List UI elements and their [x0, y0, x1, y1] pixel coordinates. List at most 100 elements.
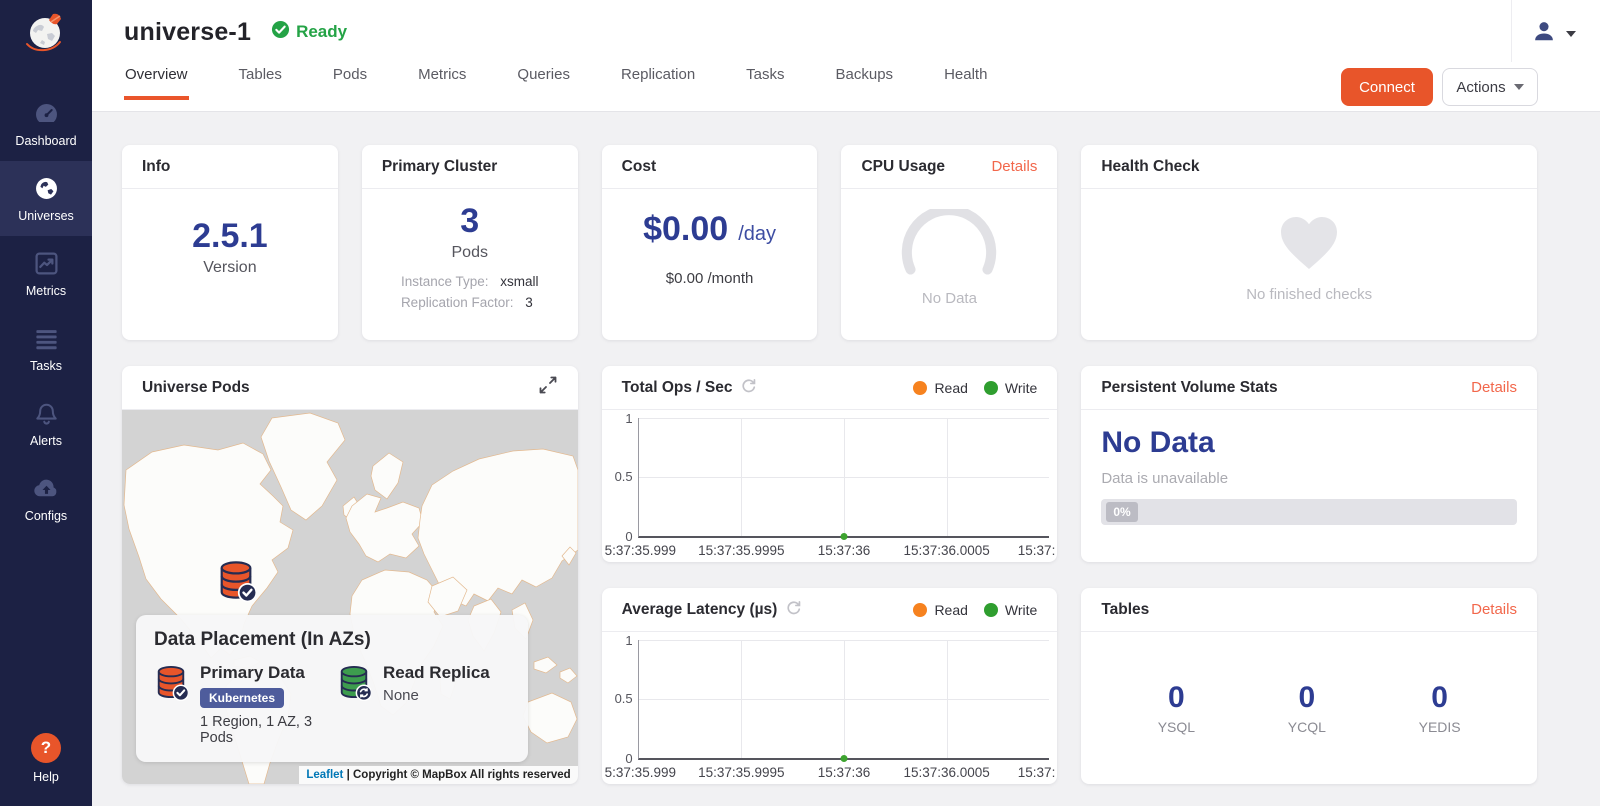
sidebar-item-universes[interactable]: Universes [0, 161, 92, 236]
kubernetes-badge: Kubernetes [200, 688, 284, 708]
card-title: Primary Cluster [382, 158, 497, 176]
sidebar-item-label: Tasks [30, 359, 62, 373]
tab-replication[interactable]: Replication [620, 58, 696, 100]
sidebar-item-label: Alerts [30, 434, 62, 448]
cpu-details-link[interactable]: Details [991, 158, 1037, 175]
sidebar-item-dashboard[interactable]: Dashboard [0, 86, 92, 161]
x-tick: 15:37:36.0005 [903, 765, 989, 780]
card-title: Universe Pods [142, 379, 250, 397]
copyright-text: | Copyright © MapBox All rights reserved [347, 769, 571, 781]
pvs-progress-bar: 0% [1101, 499, 1517, 525]
tables-details-link[interactable]: Details [1471, 601, 1517, 618]
write-legend-dot [984, 381, 998, 395]
write-legend-label: Write [1005, 380, 1037, 396]
instance-type-row: Instance Type: xsmall [401, 274, 539, 289]
leaflet-link[interactable]: Leaflet [306, 769, 343, 781]
sidebar-item-metrics[interactable]: Metrics [0, 236, 92, 311]
instance-type-value: xsmall [500, 274, 538, 289]
pvs-details-link[interactable]: Details [1471, 379, 1517, 396]
cost-per-month: $0.00 /month [666, 270, 754, 287]
status-label: Ready [296, 22, 347, 42]
actions-label: Actions [1456, 79, 1505, 96]
average-latency-plot: 1 0.5 0 5:37:35.999 15:37:35.9995 15:37:… [602, 632, 1058, 784]
cost-card: Cost $0.00 /day $0.00 /month [602, 145, 818, 340]
y-tick: 0 [605, 529, 633, 544]
read-legend-label: Read [934, 602, 967, 618]
persistent-volume-stats-card: Persistent Volume Stats Details No Data … [1081, 366, 1537, 562]
tab-tasks[interactable]: Tasks [745, 58, 785, 100]
world-map[interactable]: Data Placement (In AZs) [122, 410, 578, 784]
sidebar-item-configs[interactable]: Configs [0, 461, 92, 536]
refresh-icon[interactable] [785, 599, 802, 621]
sidebar-item-tasks[interactable]: Tasks [0, 311, 92, 386]
card-title: Tables [1101, 601, 1149, 619]
tab-overview[interactable]: Overview [124, 58, 189, 100]
tables-card: Tables Details 0 YSQL 0 YCQL 0 YEDIS [1081, 588, 1537, 784]
user-menu[interactable] [1531, 18, 1576, 49]
ycql-stat: 0 YCQL [1288, 681, 1326, 735]
check-circle-icon [271, 20, 290, 44]
cloud-upload-icon [32, 475, 61, 502]
primary-cluster-card: Primary Cluster 3 Pods Instance Type: xs… [362, 145, 578, 340]
card-title: Cost [622, 158, 656, 176]
sidebar-nav: Dashboard Universes Metrics Tasks Alerts [0, 86, 92, 536]
cpu-no-data: No Data [922, 290, 977, 307]
read-replica-block: Read Replica None [337, 663, 510, 746]
expand-arrows-icon[interactable] [538, 375, 558, 400]
primary-data-name: Primary Data [200, 663, 327, 683]
chevron-down-icon [1566, 31, 1576, 37]
connect-button[interactable]: Connect [1341, 68, 1433, 106]
page-title: universe-1 [124, 18, 251, 47]
sidebar: Dashboard Universes Metrics Tasks Alerts [0, 0, 92, 806]
tab-pods[interactable]: Pods [332, 58, 368, 100]
tab-queries[interactable]: Queries [516, 58, 571, 100]
x-tick: 15:37:36 [818, 765, 871, 780]
actions-button[interactable]: Actions [1442, 68, 1538, 106]
database-primary-icon [154, 663, 188, 746]
bell-icon [33, 400, 60, 427]
planet-rocket-logo[interactable] [0, 0, 92, 64]
tab-backups[interactable]: Backups [835, 58, 895, 100]
chart-legend: Read Write [913, 602, 1037, 618]
y-tick: 1 [605, 633, 633, 648]
ysql-stat: 0 YSQL [1158, 681, 1195, 735]
y-tick: 0.5 [605, 691, 633, 706]
health-message: No finished checks [1246, 286, 1372, 303]
sidebar-item-label: Configs [25, 509, 67, 523]
data-placement-panel: Data Placement (In AZs) [136, 615, 528, 762]
card-title: Info [142, 158, 170, 176]
replication-factor-row: Replication Factor: 3 [401, 295, 533, 310]
database-replica-icon [337, 663, 371, 746]
tab-health[interactable]: Health [943, 58, 988, 100]
chart-legend: Read Write [913, 380, 1037, 396]
pvs-progress-label: 0% [1106, 502, 1137, 522]
write-legend-label: Write [1005, 602, 1037, 618]
gauge-arc-icon [894, 209, 1004, 280]
globe-icon [33, 175, 60, 202]
sidebar-item-alerts[interactable]: Alerts [0, 386, 92, 461]
replication-factor-value: 3 [525, 295, 533, 310]
chart-title: Total Ops / Sec [622, 379, 733, 397]
pvs-message: Data is unavailable [1101, 470, 1517, 487]
tab-tables[interactable]: Tables [238, 58, 283, 100]
trend-chart-icon [33, 250, 60, 277]
ycql-count: 0 [1298, 681, 1315, 715]
ysql-label: YSQL [1158, 719, 1195, 735]
read-legend-dot [913, 381, 927, 395]
info-card: Info 2.5.1 Version [122, 145, 338, 340]
list-icon [33, 325, 60, 352]
x-tick: 15:37:35.9995 [698, 765, 784, 780]
chevron-down-icon [1514, 84, 1524, 90]
write-data-point [840, 533, 847, 540]
x-tick: 15:37: [1018, 765, 1056, 780]
write-data-point [840, 755, 847, 762]
read-legend-label: Read [934, 380, 967, 396]
refresh-icon[interactable] [740, 377, 757, 399]
chart-title: Average Latency (µs) [622, 601, 778, 619]
x-tick: 15:37:35.9995 [698, 543, 784, 558]
sidebar-item-help[interactable]: ? Help [31, 733, 61, 784]
x-tick: 15:37: [1018, 543, 1056, 558]
pod-map-marker[interactable] [216, 558, 256, 607]
write-legend-dot [984, 603, 998, 617]
tab-metrics[interactable]: Metrics [417, 58, 467, 100]
